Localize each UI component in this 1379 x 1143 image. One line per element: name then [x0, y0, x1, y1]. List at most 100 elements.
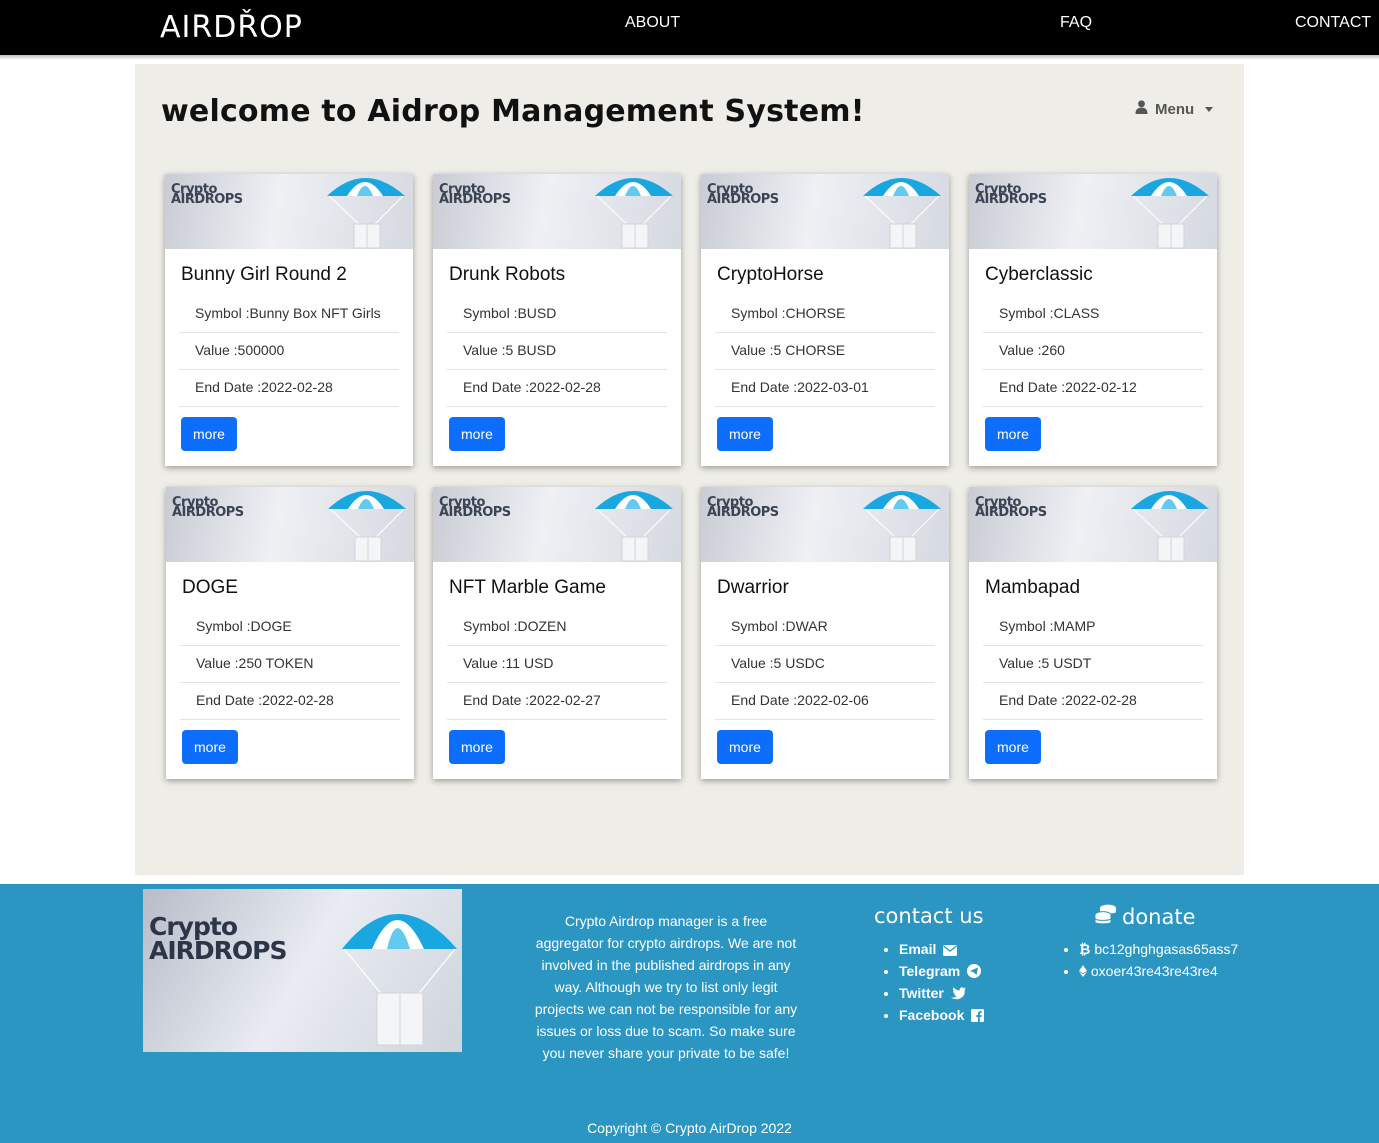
card-image: Crypto AIRDROPS	[701, 174, 949, 249]
card-image-logo: Crypto AIRDROPS	[172, 495, 244, 520]
parachute-gift-icon	[328, 491, 406, 562]
card-value: Value :5 CHORSE	[715, 333, 935, 370]
navbar-shadow	[0, 55, 1379, 60]
contact-item-telegram[interactable]: Telegram	[899, 963, 984, 985]
card-end-date: End Date :2022-03-01	[715, 370, 935, 407]
chevron-down-icon	[1205, 106, 1214, 112]
card-details: Symbol :Bunny Box NFT Girls Value :50000…	[179, 296, 399, 407]
card-image-logo: Crypto AIRDROPS	[439, 495, 511, 520]
parachute-gift-icon	[342, 914, 457, 1046]
page-title: welcome to Aidrop Management System!	[161, 94, 865, 129]
card-title: Dwarrior	[717, 577, 789, 598]
footer-logo-image: Crypto AIRDROPS	[143, 889, 462, 1052]
airdrop-card: Crypto AIRDROPS Cyberclassic Symbol :CLAS…	[969, 174, 1217, 466]
facebook-icon	[971, 1009, 985, 1025]
card-symbol: Symbol :DWAR	[715, 609, 935, 646]
contact-us-heading: contact us	[874, 904, 984, 928]
parachute-gift-icon	[1131, 178, 1209, 249]
card-end-date: End Date :2022-02-27	[447, 683, 667, 720]
card-symbol: Symbol :BUSD	[447, 296, 667, 333]
bitcoin-icon: ₿	[1079, 941, 1091, 957]
card-value: Value :500000	[179, 333, 399, 370]
card-image: Crypto AIRDROPS	[165, 174, 413, 249]
airdrop-card: Crypto AIRDROPS DOGE Symbol :DOGE Value :…	[166, 487, 414, 779]
card-details: Symbol :MAMP Value :5 USDT End Date :202…	[983, 609, 1203, 720]
card-end-date: End Date :2022-02-28	[180, 683, 400, 720]
card-value: Value :5 USDC	[715, 646, 935, 683]
card-end-date: End Date :2022-02-28	[983, 683, 1203, 720]
card-image-logo: Crypto AIRDROPS	[707, 182, 779, 207]
card-image-logo: Crypto AIRDROPS	[975, 495, 1047, 520]
card-title: NFT Marble Game	[449, 577, 606, 598]
user-icon	[1135, 100, 1148, 118]
parachute-gift-icon	[595, 178, 673, 249]
card-end-date: End Date :2022-02-28	[179, 370, 399, 407]
contact-item-facebook[interactable]: Facebook	[899, 1007, 985, 1029]
telegram-icon	[967, 964, 982, 981]
card-symbol: Symbol :DOZEN	[447, 609, 667, 646]
card-image: Crypto AIRDROPS	[969, 487, 1217, 562]
airdrop-card: Crypto AIRDROPS Bunny Girl Round 2 Symbol…	[165, 174, 413, 466]
card-image: Crypto AIRDROPS	[433, 487, 681, 562]
card-title: Bunny Girl Round 2	[181, 264, 347, 285]
donate-label: donate	[1122, 905, 1196, 929]
donate-heading: donate	[1094, 903, 1196, 931]
card-value: Value :11 USD	[447, 646, 667, 683]
more-button[interactable]: more	[449, 730, 505, 764]
parachute-gift-icon	[327, 178, 405, 249]
nav-link-faq[interactable]: FAQ	[1060, 14, 1092, 32]
card-symbol: Symbol :CLASS	[983, 296, 1203, 333]
card-details: Symbol :DOZEN Value :11 USD End Date :20…	[447, 609, 667, 720]
footer: Crypto AIRDROPS Crypto Airdrop manager is…	[0, 884, 1379, 1143]
card-symbol: Symbol :DOGE	[180, 609, 400, 646]
parachute-gift-icon	[863, 491, 941, 562]
contact-item-twitter[interactable]: Twitter	[899, 985, 984, 1007]
copyright-text: Copyright © Crypto AirDrop 2022	[587, 1120, 792, 1136]
more-button[interactable]: more	[985, 730, 1041, 764]
card-details: Symbol :DOGE Value :250 TOKEN End Date :…	[180, 609, 400, 720]
more-button[interactable]: more	[449, 417, 505, 451]
menu-label: Menu	[1155, 100, 1195, 118]
airdrop-card: Crypto AIRDROPS Drunk Robots Symbol :BUSD…	[433, 174, 681, 466]
card-details: Symbol :CLASS Value :260 End Date :2022-…	[983, 296, 1203, 407]
card-end-date: End Date :2022-02-12	[983, 370, 1203, 407]
card-image: Crypto AIRDROPS	[166, 487, 414, 562]
brand-logo[interactable]: AIRDŘOP	[160, 10, 303, 45]
menu-dropdown-button[interactable]: Menu	[1135, 100, 1214, 118]
card-details: Symbol :CHORSE Value :5 CHORSE End Date …	[715, 296, 935, 407]
card-value: Value :250 TOKEN	[180, 646, 400, 683]
more-button[interactable]: more	[181, 417, 237, 451]
nav-link-about[interactable]: ABOUT	[625, 14, 680, 32]
ethereum-icon	[1079, 963, 1087, 979]
card-value: Value :5 BUSD	[447, 333, 667, 370]
card-image-logo: Crypto AIRDROPS	[975, 182, 1047, 207]
contact-item-email[interactable]: Email	[899, 941, 984, 963]
more-button[interactable]: more	[717, 417, 773, 451]
card-image-logo: Crypto AIRDROPS	[171, 182, 243, 207]
more-button[interactable]: more	[717, 730, 773, 764]
twitter-icon	[950, 987, 966, 1003]
parachute-gift-icon	[863, 178, 941, 249]
card-image: Crypto AIRDROPS	[433, 174, 681, 249]
main-panel: welcome to Aidrop Management System! Men…	[135, 64, 1244, 875]
donate-item-ethereum: oxoer43re43re43re4	[1079, 963, 1238, 985]
card-details: Symbol :DWAR Value :5 USDC End Date :202…	[715, 609, 935, 720]
card-symbol: Symbol :CHORSE	[715, 296, 935, 333]
parachute-gift-icon	[595, 491, 673, 562]
envelope-icon	[943, 943, 958, 959]
card-end-date: End Date :2022-02-06	[715, 683, 935, 720]
card-image: Crypto AIRDROPS	[969, 174, 1217, 249]
card-end-date: End Date :2022-02-28	[447, 370, 667, 407]
more-button[interactable]: more	[985, 417, 1041, 451]
donate-item-bitcoin: ₿ bc12ghghgasas65ass7	[1079, 941, 1238, 963]
top-navbar: AIRDŘOP ABOUT FAQ CONTACT	[0, 0, 1379, 55]
more-button[interactable]: more	[182, 730, 238, 764]
card-title: Drunk Robots	[449, 264, 566, 285]
parachute-gift-icon	[1131, 491, 1209, 562]
card-image-logo: Crypto AIRDROPS	[439, 182, 511, 207]
contact-list: Email Telegram Twitter Facebook	[883, 941, 985, 1029]
card-value: Value :260	[983, 333, 1203, 370]
nav-link-contact[interactable]: CONTACT	[1295, 14, 1371, 32]
airdrop-card: Crypto AIRDROPS CryptoHorse Symbol :CHORS…	[701, 174, 949, 466]
card-image: Crypto AIRDROPS	[701, 487, 949, 562]
